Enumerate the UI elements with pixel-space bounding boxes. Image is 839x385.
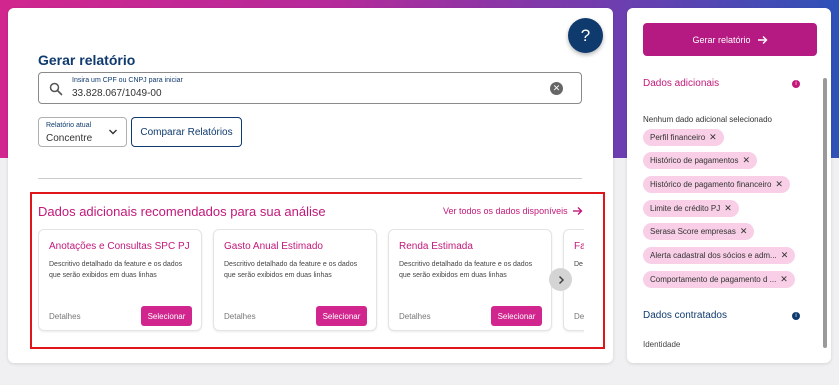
remove-icon[interactable]: ✕ [781, 250, 789, 261]
question-icon: ? [580, 25, 591, 45]
chip-label: Alerta cadastral dos sócios e adm... [650, 251, 777, 260]
card-title: Gasto Anual Estimado [224, 241, 323, 252]
search-field-value[interactable]: 33.828.067/1049-00 [72, 88, 162, 99]
selected-data-chip[interactable]: Histórico de pagamento financeiro ✕ [643, 176, 790, 193]
card-details-link[interactable]: Detalhes [224, 312, 256, 321]
help-button[interactable]: ? [568, 18, 603, 53]
card-select-button[interactable]: Selecionar [491, 306, 542, 326]
carousel-next-button[interactable] [549, 268, 572, 291]
recommended-card[interactable]: Renda Estimada Descritivo detalhado da f… [388, 229, 552, 331]
current-report-select[interactable]: Relatório atual Concentre [38, 117, 127, 147]
additional-data-title: Dados adicionais [643, 78, 720, 89]
card-description: Descritivo detalhado da feature e os dad… [224, 261, 358, 279]
card-description: Descritivo detalhado da feature e os dad… [49, 261, 183, 279]
card-details-link[interactable]: Detalhes [399, 312, 431, 321]
arrow-right-icon [757, 35, 768, 44]
see-all-data-link[interactable]: Ver todos os dados disponíveis [443, 206, 583, 216]
card-title: Anotações e Consultas SPC PJ [49, 241, 190, 252]
remove-icon[interactable]: ✕ [743, 155, 751, 166]
no-additional-data-note: Nenhum dado adicional selecionado [643, 115, 772, 124]
card-details-link[interactable]: De [574, 312, 584, 321]
search-icon [49, 82, 63, 96]
recommended-card[interactable]: Gasto Anual Estimado Descritivo detalhad… [213, 229, 377, 331]
selected-data-chip[interactable]: Limite de crédito PJ ✕ [643, 200, 739, 217]
remove-icon[interactable]: ✕ [775, 179, 783, 190]
see-all-label: Ver todos os dados disponíveis [443, 206, 568, 216]
recommended-cards-carousel: Anotações e Consultas SPC PJ Descritivo … [38, 229, 584, 335]
remove-icon[interactable]: ✕ [780, 274, 788, 285]
summary-sidebar: Gerar relatório Dados adicionais i Nenhu… [627, 8, 831, 363]
card-select-button[interactable]: Selecionar [316, 306, 367, 326]
generate-report-button[interactable]: Gerar relatório [643, 23, 817, 56]
card-description: Descritivo detalhado da feature e os dad… [399, 261, 533, 279]
chevron-right-icon [558, 275, 564, 284]
select-label: Relatório atual [46, 122, 92, 129]
remove-icon[interactable]: ✕ [740, 226, 748, 237]
search-field-label: Insira um CPF ou CNPJ para iniciar [72, 77, 183, 84]
arrow-right-icon [572, 207, 583, 215]
compare-reports-button[interactable]: Comparar Relatórios [131, 117, 242, 147]
contracted-data-item: Identidade [643, 340, 681, 349]
chip-label: Limite de crédito PJ [650, 204, 721, 213]
card-title: Renda Estimada [399, 241, 473, 252]
sidebar-scrollbar[interactable] [823, 78, 827, 348]
chip-label: Histórico de pagamento financeiro [650, 180, 772, 189]
card-details-link[interactable]: Detalhes [49, 312, 81, 321]
page-title: Gerar relatório [38, 52, 136, 68]
selected-data-chip[interactable]: Serasa Score empresas ✕ [643, 223, 755, 240]
recommended-section-title: Dados adicionais recomendados para sua a… [38, 204, 326, 219]
card-select-button[interactable]: Selecionar [141, 306, 192, 326]
remove-icon[interactable]: ✕ [724, 203, 732, 214]
select-value: Concentre [46, 133, 93, 144]
selected-data-chip[interactable]: Alerta cadastral dos sócios e adm... ✕ [643, 247, 796, 264]
info-icon[interactable]: i [792, 80, 800, 88]
selected-data-chip[interactable]: Comportamento de pagamento d ... ✕ [643, 271, 795, 288]
recommended-card[interactable]: Anotações e Consultas SPC PJ Descritivo … [38, 229, 202, 331]
contracted-data-title: Dados contratados [643, 310, 727, 321]
chevron-down-icon [109, 129, 117, 135]
remove-icon[interactable]: ✕ [709, 132, 717, 143]
document-search-input[interactable]: Insira um CPF ou CNPJ para iniciar 33.82… [38, 72, 582, 104]
card-description: De da [574, 261, 584, 268]
section-divider [38, 178, 582, 179]
generate-report-label: Gerar relatório [692, 34, 751, 45]
info-icon[interactable]: i [792, 312, 800, 320]
selected-data-chip[interactable]: Perfil financeiro ✕ [643, 129, 724, 146]
selected-data-chip[interactable]: Histórico de pagamentos ✕ [643, 152, 758, 169]
card-title: Fa [574, 241, 584, 252]
chip-label: Histórico de pagamentos [650, 156, 739, 165]
clear-icon[interactable]: ✕ [550, 82, 563, 95]
chip-label: Comportamento de pagamento d ... [650, 275, 777, 284]
chip-label: Perfil financeiro [650, 133, 706, 142]
chip-label: Serasa Score empresas [650, 227, 736, 236]
